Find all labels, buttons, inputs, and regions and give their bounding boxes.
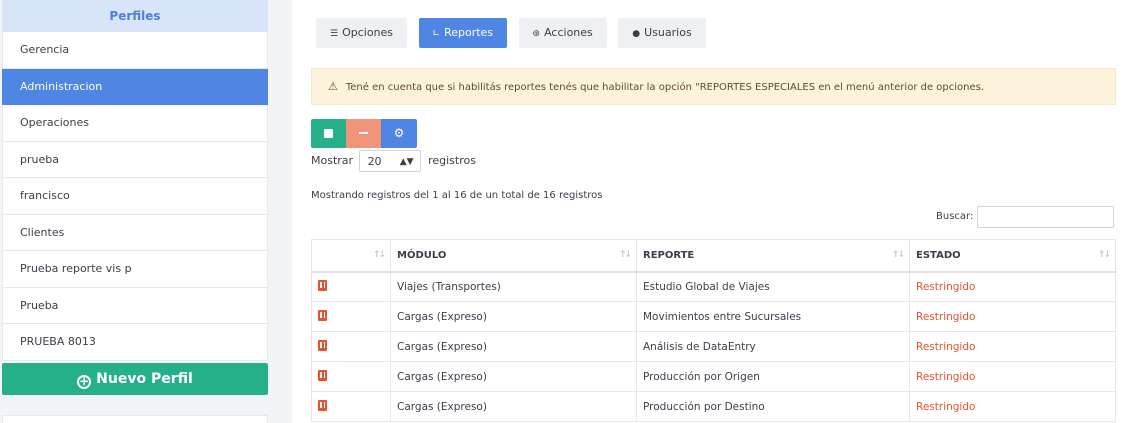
reporte-cell: Producción por Origen — [636, 361, 910, 392]
sidebar-title: Perfiles — [2, 0, 268, 32]
tab-opciones[interactable]: ☰ Opciones — [316, 18, 408, 48]
row-action-cell — [311, 361, 391, 392]
main-panel: ☰ Opciones ∟ Reportes ⊛ Acciones ● Usuarios … — [292, 0, 1135, 423]
row-action-cell — [311, 271, 391, 302]
reporte-cell: Movimientos entre Sucursales — [636, 301, 910, 332]
modulo-cell: Cargas (Expreso) — [390, 391, 637, 422]
length-suffix: registros — [428, 154, 476, 167]
column-header-reporte[interactable]: REPORTE ↑↓ — [636, 239, 910, 273]
header-label: ESTADO — [916, 249, 961, 261]
reporte-cell: Producción por Destino — [636, 391, 910, 422]
enable-all-button[interactable] — [311, 119, 346, 148]
search-label: Buscar: — [936, 211, 974, 222]
estado-cell: Restringido — [909, 361, 1116, 392]
row-action-cell — [311, 331, 391, 362]
user-settings-button[interactable]: ⚙ — [381, 119, 417, 148]
reports-table: ↑↓ MÓDULO ↑↓ REPORTE ↑↓ ESTADO ↑↓ Viajes (T… — [311, 239, 1116, 422]
sidebar-item-francisco[interactable]: francisco — [2, 178, 268, 215]
list-icon: ☰ — [330, 29, 339, 39]
minus-icon — [359, 132, 368, 134]
table-row: Viajes (Transportes) Estudio Global de V… — [311, 271, 1116, 302]
column-header-modulo[interactable]: MÓDULO ↑↓ — [390, 239, 637, 273]
search-input[interactable] — [977, 206, 1115, 228]
sort-icon: ↑↓ — [618, 250, 632, 260]
sidebar-item-prueba-8013[interactable]: PRUEBA 8013 — [2, 324, 268, 361]
tab-bar: ☰ Opciones ∟ Reportes ⊛ Acciones ● Usuarios — [316, 18, 714, 48]
page-length-control: Mostrar 20 ▲▼ registros — [311, 150, 476, 172]
tab-label: Acciones — [544, 26, 593, 39]
estado-cell: Restringido — [909, 391, 1116, 422]
column-header-estado[interactable]: ESTADO ↑↓ — [909, 239, 1116, 273]
trash-icon[interactable] — [318, 340, 327, 351]
bulk-action-group: ⚙ — [311, 119, 417, 148]
sidebar-item-operaciones[interactable]: Operaciones — [2, 105, 268, 142]
modulo-cell: Cargas (Expreso) — [390, 301, 637, 332]
sort-icon: ↑↓ — [372, 250, 386, 260]
broadcast-icon: ⊛ — [532, 29, 541, 39]
tab-usuarios[interactable]: ● Usuarios — [618, 18, 706, 48]
sidebar-item-prueba[interactable]: Prueba — [2, 287, 268, 324]
tab-label: Opciones — [342, 26, 394, 39]
tab-label: Reportes — [444, 26, 494, 39]
sidebar-item-administracion[interactable]: Administracion — [2, 68, 268, 105]
column-header-actions[interactable]: ↑↓ — [311, 239, 391, 273]
new-profile-button[interactable]: + Nuevo Perfil — [2, 362, 268, 395]
row-action-cell — [311, 301, 391, 332]
table-header-row: ↑↓ MÓDULO ↑↓ REPORTE ↑↓ ESTADO ↑↓ — [311, 239, 1116, 273]
estado-cell: Restringido — [909, 301, 1116, 332]
table-row: Cargas (Expreso) Producción por Destino … — [311, 391, 1116, 422]
table-row: Cargas (Expreso) Movimientos entre Sucur… — [311, 301, 1116, 332]
modulo-cell: Viajes (Transportes) — [390, 271, 637, 302]
estado-cell: Restringido — [909, 331, 1116, 362]
records-info: Mostrando registros del 1 al 16 de un to… — [311, 190, 603, 201]
warning-text: Tené en cuenta que si habilitás reportes… — [345, 82, 985, 93]
header-label: REPORTE — [643, 249, 695, 261]
sort-icon: ↑↓ — [891, 250, 905, 260]
warning-alert: ⚠ Tené en cuenta que si habilitás reporte… — [311, 68, 1116, 105]
trash-icon[interactable] — [318, 400, 327, 411]
sidebar-item-prueba-reporte[interactable]: Prueba reporte vis p — [2, 251, 268, 288]
row-action-cell — [311, 391, 391, 422]
header-label: MÓDULO — [397, 249, 447, 261]
modulo-cell: Cargas (Expreso) — [390, 331, 637, 362]
select-arrows-icon: ▲▼ — [399, 157, 414, 167]
chart-line-icon: ∟ — [432, 29, 441, 39]
new-profile-label: Nuevo Perfil — [96, 370, 193, 387]
trash-icon[interactable] — [318, 280, 327, 292]
disable-all-button[interactable] — [346, 119, 381, 148]
sidebar-item-gerencia[interactable]: Gerencia — [2, 32, 268, 69]
modulo-cell: Cargas (Expreso) — [390, 361, 637, 392]
user-cog-icon: ⚙ — [393, 126, 405, 140]
trash-icon[interactable] — [318, 370, 327, 381]
tab-acciones[interactable]: ⊛ Acciones — [518, 18, 607, 48]
estado-cell: Restringido — [909, 271, 1116, 302]
tab-reportes[interactable]: ∟ Reportes — [418, 18, 508, 48]
sidebar-bottom-panel — [2, 415, 268, 423]
sidebar-item-clientes[interactable]: Clientes — [2, 214, 268, 251]
check-square-icon — [324, 129, 333, 138]
plus-circle-icon: + — [77, 373, 92, 389]
reporte-cell: Estudio Global de Viajes — [636, 271, 910, 302]
sort-icon: ↑↓ — [1097, 250, 1111, 260]
table-row: Cargas (Expreso) Análisis de DataEntry R… — [311, 331, 1116, 362]
trash-icon[interactable] — [318, 310, 327, 321]
sidebar-item-prueba-lower[interactable]: prueba — [2, 141, 268, 178]
reporte-cell: Análisis de DataEntry — [636, 331, 910, 362]
page-length-select[interactable]: 20 ▲▼ — [358, 150, 421, 172]
profiles-sidebar: Perfiles Gerencia Administracion Operaci… — [2, 0, 268, 423]
table-row: Cargas (Expreso) Producción por Origen R… — [311, 361, 1116, 392]
page-length-value: 20 — [367, 155, 382, 168]
user-icon: ● — [632, 29, 641, 39]
search-control: Buscar: — [936, 206, 1115, 228]
length-prefix: Mostrar — [311, 154, 354, 167]
tab-label: Usuarios — [644, 26, 692, 39]
warning-icon: ⚠ — [328, 80, 338, 93]
